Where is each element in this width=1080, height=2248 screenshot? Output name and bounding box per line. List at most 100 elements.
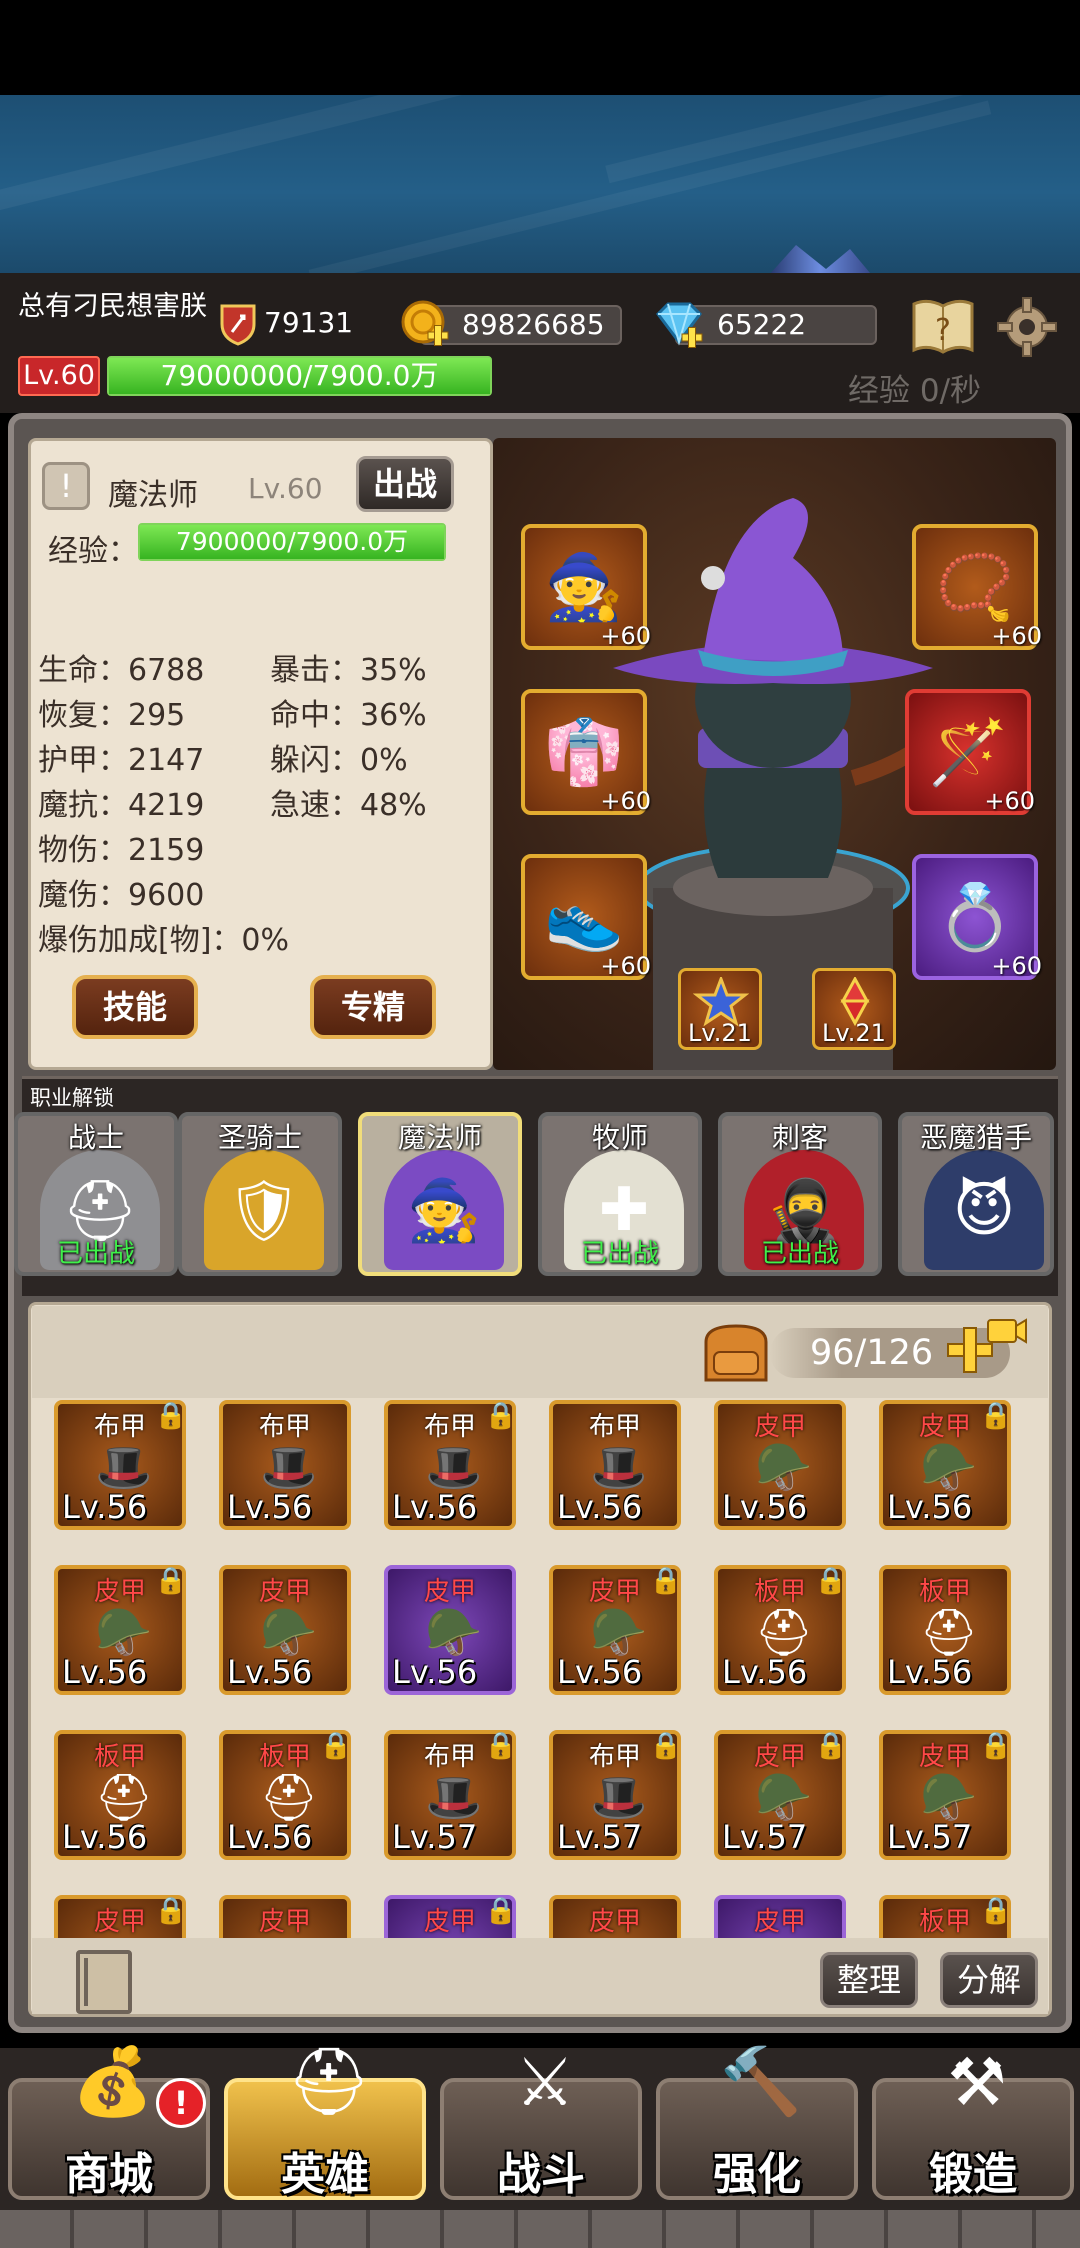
hero-card-paladin[interactable]: 🛡 圣骑士 — [178, 1112, 342, 1276]
item-level: Lv.56 — [887, 1653, 973, 1691]
item-level: Lv.56 — [62, 1653, 148, 1691]
hero-card-priest[interactable]: ✚ 牧师 已出战 — [538, 1112, 702, 1276]
lock-icon: 🔒 — [154, 1401, 188, 1431]
hero-info-icon[interactable]: ! — [42, 462, 90, 510]
anvil-forge-icon: ⚒ — [947, 2043, 1007, 2121]
nav-battle[interactable]: ⚔ 战斗 — [440, 2044, 642, 2200]
expand-bag-video-button[interactable] — [942, 1314, 1028, 1380]
add-diamond-button[interactable] — [652, 298, 706, 352]
lock-icon: 🔒 — [649, 1566, 683, 1596]
wizard-hat-icon: 🧙 — [384, 1150, 504, 1270]
hero-exp-text: 7900000/7900.0万 — [175, 527, 409, 556]
badge-slot-2[interactable]: Lv.21 — [812, 968, 896, 1050]
hero-exp-label: 经验： — [48, 534, 138, 569]
inventory-item[interactable]: 🪖 皮甲 Lv.57 🔒 — [879, 1730, 1013, 1860]
scene-banner — [0, 95, 1080, 273]
lock-icon: 🔒 — [484, 1731, 518, 1761]
staff-icon: 🪄 — [928, 715, 1008, 790]
hammer-icon: 🔨 — [719, 2043, 803, 2120]
settings-gear-icon[interactable] — [996, 296, 1058, 358]
player-name: 总有刁民想害朕 — [18, 291, 207, 322]
boots-icon: 👟 — [544, 880, 624, 955]
inventory-item[interactable]: 🎩 布甲 Lv.56 — [549, 1400, 681, 1530]
hero-card-assassin[interactable]: 🥷 刺客 已出战 — [718, 1112, 882, 1276]
robe-icon: 👘 — [544, 715, 624, 790]
nav-heroes[interactable]: ⛑ 英雄 — [224, 2043, 426, 2200]
equip-armor-slot[interactable]: 👘 +60 — [521, 689, 651, 815]
item-type: 板甲 — [93, 1742, 146, 1772]
equip-weapon-slot[interactable]: 🪄 +60 — [905, 689, 1035, 815]
stat-regen: 恢复：295 — [38, 698, 186, 733]
stat-crit: 暴击：35% — [270, 653, 427, 688]
nav-forge-label: 锻造 — [929, 2149, 1017, 2200]
equip-necklace-slot[interactable]: 📿 +60 — [912, 524, 1042, 650]
lock-icon: 🔒 — [649, 1731, 683, 1761]
inventory-item[interactable]: ⛑板甲🔒 — [879, 1895, 1012, 1938]
inventory-grid: 🎩 布甲 Lv.56 🔒 🎩 布甲 Lv.56 🎩 布甲 Lv.56 🔒 🎩 布甲 Lv.56 🪖 皮甲 Lv.… — [32, 1398, 1048, 1938]
inventory-item[interactable]: 🎩 布甲 Lv.56 🔒 — [54, 1400, 188, 1530]
nav-enhance[interactable]: 🔨 强化 — [656, 2043, 858, 2200]
item-book-button[interactable] — [76, 1950, 132, 2014]
inventory-item[interactable]: ⛑ 板甲 Lv.56 🔒 — [219, 1730, 352, 1860]
inventory-item[interactable]: 🪖 皮甲 Lv.56 — [384, 1565, 516, 1695]
player-exp-bar: 79000000/7900.0万 — [107, 356, 492, 396]
deploy-button[interactable]: 出战 — [356, 456, 454, 512]
inventory-item[interactable]: 🪖皮甲 — [714, 1895, 846, 1938]
nav-shop-label: 商城 — [65, 2149, 153, 2200]
hero-card-status: 已出战 — [760, 1239, 839, 1269]
inventory-item[interactable]: ⛑ 板甲 Lv.56 🔒 — [714, 1565, 848, 1695]
hero-card-mage[interactable]: 🧙 魔法师 — [358, 1112, 522, 1276]
item-level: Lv.56 — [557, 1488, 643, 1526]
sort-button[interactable]: 整理 — [820, 1952, 918, 2008]
inventory-item[interactable]: 🪖 皮甲 Lv.56 — [714, 1400, 846, 1530]
equip-boots-slot[interactable]: 👟 +60 — [521, 854, 651, 980]
stat-magic-resist: 魔抗：4219 — [38, 788, 205, 823]
hero-card-name: 圣骑士 — [217, 1121, 302, 1154]
item-level: Lv.56 — [227, 1818, 313, 1856]
dismantle-button[interactable]: 分解 — [940, 1952, 1038, 2008]
item-type: 皮甲 — [258, 1577, 311, 1607]
diamond-value: 65222 — [717, 308, 807, 341]
nav-forge[interactable]: ⚒ 锻造 — [872, 2044, 1074, 2200]
inventory-item[interactable]: ⛑ 板甲 Lv.56 — [879, 1565, 1011, 1695]
hero-exp-bar: 7900000/7900.0万 — [138, 523, 446, 561]
inventory-item[interactable]: 🪖皮甲 — [549, 1895, 681, 1938]
inventory-item[interactable]: 🪖 皮甲 Lv.57 🔒 — [714, 1730, 847, 1860]
inventory-item[interactable]: 🪖 皮甲 Lv.56 🔒 — [549, 1565, 683, 1695]
inventory-item[interactable]: 🪖 皮甲 Lv.56 🔒 — [54, 1565, 187, 1695]
mastery-button[interactable]: 专精 — [310, 975, 436, 1039]
nav-heroes-label: 英雄 — [281, 2149, 369, 2200]
stat-physical-damage: 物伤：2159 — [38, 833, 205, 868]
item-type: 皮甲 — [423, 1577, 476, 1607]
item-type: 板甲 — [918, 1577, 971, 1607]
inventory-item[interactable]: 🪖皮甲 — [219, 1895, 351, 1938]
inventory-item[interactable]: 🎩 布甲 Lv.57 🔒 — [549, 1730, 683, 1860]
hero-card-name: 恶魔猎手 — [919, 1121, 1032, 1154]
backpack-icon — [696, 1318, 776, 1388]
inventory-item[interactable]: 🎩 布甲 Lv.57 🔒 — [384, 1730, 518, 1860]
item-type: 布甲 — [588, 1412, 641, 1442]
inventory-item[interactable]: 🪖 皮甲 Lv.56 🔒 — [879, 1400, 1012, 1530]
hero-card-name: 魔法师 — [397, 1121, 482, 1154]
item-level: Lv.57 — [557, 1818, 643, 1856]
badge-slot-1[interactable]: Lv.21 — [678, 968, 762, 1050]
equip-ring-slot[interactable]: 💍 +60 — [912, 854, 1042, 980]
equip-helmet-slot[interactable]: 🧙 +60 — [521, 524, 651, 650]
hero-card-warrior[interactable]: ⛑ 战士 已出战 — [14, 1112, 178, 1276]
demon-hunter-icon: 😈 — [924, 1150, 1044, 1270]
hero-card-demon-hunter[interactable]: 😈 恶魔猎手 — [898, 1112, 1054, 1276]
inventory-item[interactable]: 🎩 布甲 Lv.56 — [219, 1400, 351, 1530]
exp-rate-text: 经验 0/秒 — [848, 373, 982, 409]
inventory-item[interactable]: 🪖皮甲🔒 — [384, 1895, 517, 1938]
stat-dodge: 躲闪：0% — [270, 743, 408, 778]
lock-icon: 🔒 — [979, 1731, 1013, 1761]
skills-button[interactable]: 技能 — [72, 975, 198, 1039]
help-book-icon[interactable]: ? — [910, 296, 976, 356]
add-gold-button[interactable] — [398, 298, 452, 352]
stat-accuracy: 命中：36% — [270, 698, 427, 733]
lock-icon: 🔒 — [814, 1566, 848, 1596]
inventory-item[interactable]: ⛑ 板甲 Lv.56 — [54, 1730, 186, 1860]
inventory-item[interactable]: 🪖 皮甲 Lv.56 — [219, 1565, 351, 1695]
inventory-item[interactable]: 🎩 布甲 Lv.56 🔒 — [384, 1400, 517, 1530]
inventory-item[interactable]: 🪖皮甲🔒 — [54, 1895, 187, 1938]
